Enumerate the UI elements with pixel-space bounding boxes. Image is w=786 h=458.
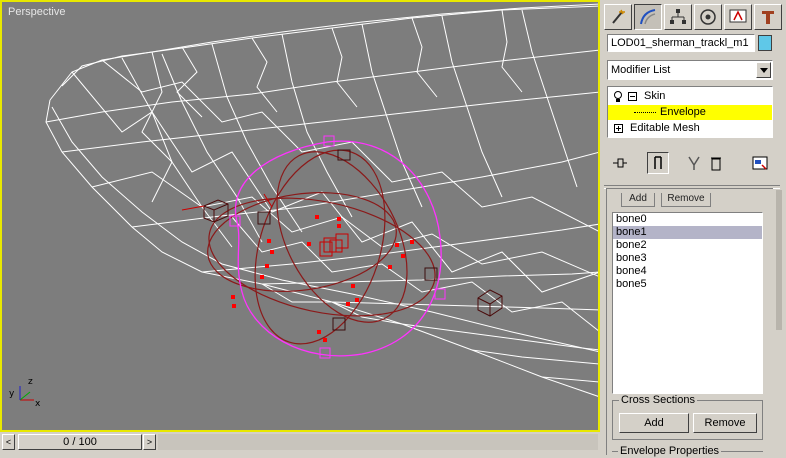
viewport-label[interactable]: Perspective — [8, 6, 65, 18]
configure-icon — [752, 156, 768, 170]
envelope-properties-title: Envelope Properties — [618, 445, 722, 457]
modifier-stack: Skin Envelope Editable Mesh — [607, 86, 773, 138]
stack-item-skin[interactable]: Skin — [608, 89, 772, 104]
time-slider-bar: < 0 / 100 > — [0, 432, 600, 454]
bone-list-item[interactable]: bone2 — [613, 239, 762, 252]
remove-modifier-button[interactable] — [705, 152, 727, 174]
time-track[interactable] — [158, 434, 598, 450]
create-icon — [612, 9, 625, 24]
collapse-icon[interactable] — [628, 92, 637, 101]
time-slider[interactable]: 0 / 100 — [18, 434, 142, 450]
configure-modifier-sets-button[interactable] — [749, 152, 771, 174]
modify-icon — [640, 9, 656, 25]
svg-text:z: z — [28, 377, 33, 387]
stack-label-skin: Skin — [644, 90, 666, 102]
lightbulb-icon[interactable] — [613, 91, 623, 103]
command-panel: LOD01_sherman_trackl_m1 Modifier List Sk… — [600, 0, 786, 457]
modifier-list-label: Modifier List — [611, 64, 671, 76]
tab-hierarchy[interactable] — [664, 4, 692, 30]
bone-list-item-selected[interactable]: bone1 — [613, 226, 762, 239]
dropdown-arrow-icon[interactable] — [756, 62, 771, 78]
make-unique-button[interactable] — [683, 152, 705, 174]
modifier-list-dropdown[interactable]: Modifier List — [607, 60, 773, 80]
remove-bone-button-partial[interactable]: Remove — [661, 193, 711, 207]
object-name-field[interactable]: LOD01_sherman_trackl_m1 — [607, 34, 755, 52]
show-end-result-button[interactable] — [647, 152, 669, 174]
stack-item-editable-mesh[interactable]: Editable Mesh — [608, 121, 772, 136]
bone-list[interactable]: bone0 bone1 bone2 bone3 bone4 bone5 — [612, 212, 763, 394]
cross-sections-group: Cross Sections Add Remove — [612, 394, 763, 440]
wireframe-scene: x y z — [9, 3, 598, 409]
tab-modify[interactable] — [634, 4, 662, 30]
pin-stack-button[interactable] — [609, 152, 631, 174]
bone-list-item[interactable]: bone3 — [613, 252, 762, 265]
tree-connector — [634, 112, 656, 113]
make-unique-icon — [688, 156, 700, 170]
utilities-icon — [762, 11, 774, 24]
add-bone-button-partial[interactable]: Add — [621, 193, 655, 207]
hierarchy-icon — [670, 9, 686, 24]
bone-list-item[interactable]: bone5 — [613, 278, 762, 291]
command-panel-tabs — [604, 4, 782, 30]
pin-icon — [613, 158, 627, 168]
bone-end-gizmos — [181, 193, 503, 317]
bone-list-item[interactable]: bone4 — [613, 265, 762, 278]
motion-icon — [700, 9, 716, 25]
prev-frame-button[interactable]: < — [2, 434, 15, 450]
stack-item-envelope[interactable]: Envelope — [608, 105, 772, 120]
svg-text:y: y — [9, 389, 15, 399]
panel-scrollbar[interactable] — [776, 190, 782, 330]
tab-utilities[interactable] — [754, 4, 782, 30]
object-color-swatch[interactable] — [758, 35, 772, 51]
perspective-viewport[interactable]: Perspective x y z — [0, 0, 600, 432]
axis-tripod: x y z — [9, 377, 41, 409]
display-icon — [729, 9, 747, 23]
show-end-result-icon — [654, 156, 662, 169]
tab-create[interactable] — [604, 4, 632, 30]
stack-toolbar — [607, 150, 777, 176]
bone-list-item[interactable]: bone0 — [613, 213, 762, 226]
cross-sections-title: Cross Sections — [619, 394, 697, 406]
expand-icon[interactable] — [614, 124, 623, 133]
remove-cross-section-button[interactable]: Remove — [693, 413, 757, 433]
svg-text:x: x — [35, 399, 41, 409]
tab-display[interactable] — [724, 4, 752, 30]
tab-motion[interactable] — [694, 4, 722, 30]
trash-icon — [711, 157, 721, 171]
stack-label-envelope: Envelope — [660, 106, 706, 118]
add-cross-section-button[interactable]: Add — [619, 413, 689, 433]
stack-label-editable-mesh: Editable Mesh — [630, 122, 700, 134]
bone-gizmos — [319, 233, 349, 257]
next-frame-button[interactable]: > — [143, 434, 156, 450]
